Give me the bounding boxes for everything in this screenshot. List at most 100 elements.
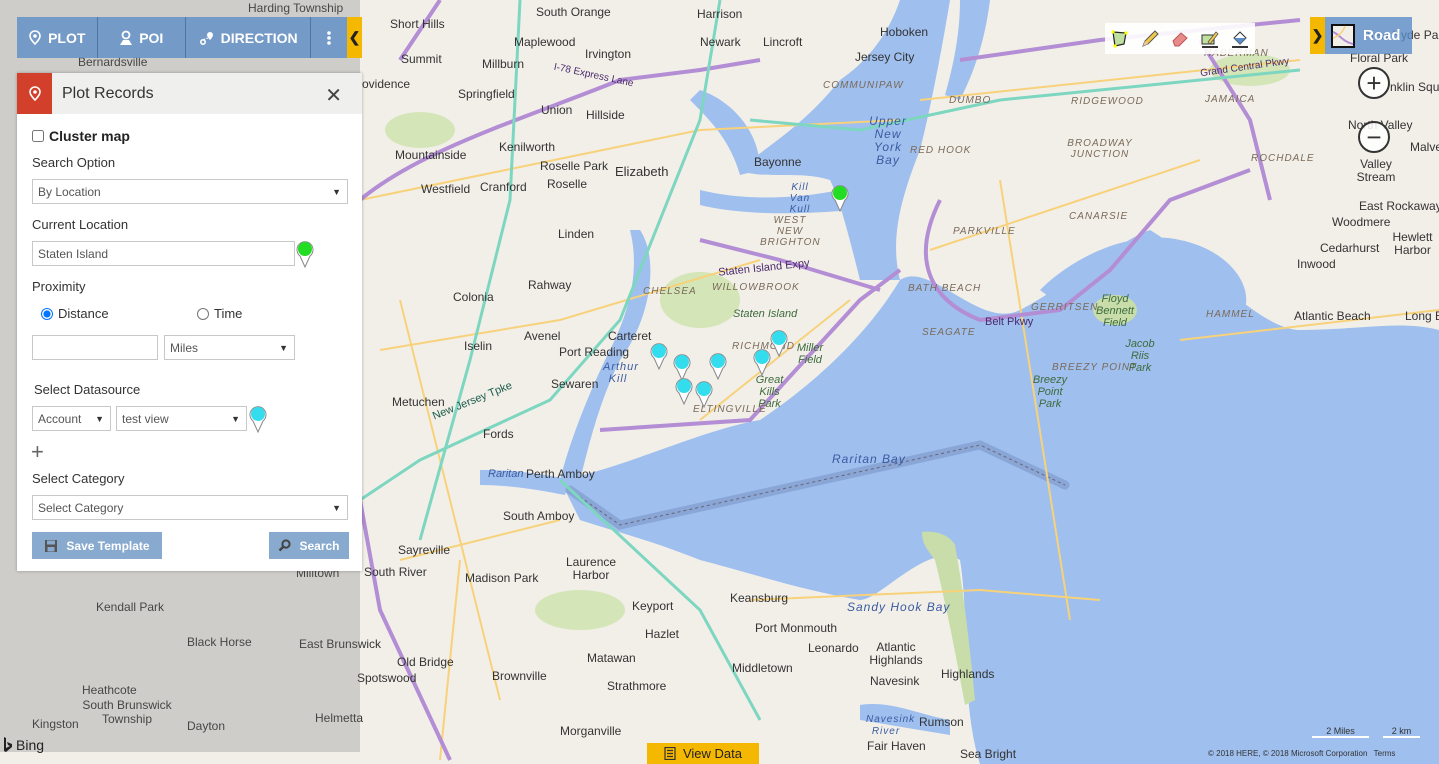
map-label: Rumson — [919, 715, 964, 729]
map-label: Kill Van Kull — [789, 182, 811, 215]
map-label: JAMAICA — [1205, 94, 1256, 105]
map-label: ovidence — [362, 77, 411, 91]
road-label: Road — [1363, 27, 1401, 44]
current-location-color-pin[interactable] — [295, 240, 315, 268]
map-label: Jacob Riis Park — [1125, 338, 1155, 374]
more-options-button[interactable] — [311, 17, 347, 58]
eraser-icon[interactable] — [1169, 28, 1191, 50]
dropdown-arrow-icon: ▼ — [95, 413, 104, 424]
close-icon[interactable]: ✕ — [325, 83, 342, 108]
road-style-button[interactable]: Road — [1325, 17, 1412, 54]
plot-button[interactable]: PLOT — [17, 17, 98, 58]
scale-km: 2 km — [1383, 726, 1420, 738]
map-label: Atlantic Beach — [1294, 309, 1371, 323]
map-label: Hazlet — [645, 627, 680, 641]
fill-color-icon[interactable] — [1229, 28, 1251, 50]
map-label: Jersey City — [855, 50, 915, 64]
panel-title: Plot Records — [62, 84, 154, 102]
record-pin[interactable] — [708, 352, 728, 380]
map-label: Valley Stream — [1356, 157, 1396, 184]
save-template-button[interactable]: Save Template — [32, 532, 162, 559]
map-label: Highlands — [941, 667, 995, 681]
map-label: Kenilworth — [499, 140, 556, 154]
current-location-pin[interactable] — [830, 184, 850, 212]
pencil-icon[interactable] — [1139, 28, 1161, 50]
record-pin[interactable] — [674, 377, 694, 405]
datasource-color-pin[interactable] — [248, 405, 268, 433]
chevron-right-icon: ❯ — [1310, 17, 1325, 54]
dropdown-arrow-icon: ▼ — [231, 413, 240, 424]
record-pin[interactable] — [694, 380, 714, 408]
map-style-toggle[interactable]: ❯ Road — [1310, 17, 1412, 54]
map-label: COMMUNIPAW — [823, 80, 904, 91]
map-label: South Amboy — [503, 509, 575, 523]
distance-radio[interactable] — [41, 307, 53, 320]
terms-link[interactable]: Terms — [1374, 749, 1396, 758]
map-label: Linden — [558, 227, 595, 241]
map-label: Lincroft — [763, 35, 803, 49]
search-option-select[interactable]: By Location ▼ — [32, 179, 348, 204]
map-label: BROADWAY JUNCTION — [1067, 138, 1133, 160]
park-area — [535, 590, 625, 630]
datasource-entity-select[interactable]: Account ▼ — [32, 406, 111, 431]
record-pin[interactable] — [649, 342, 669, 370]
copyright-label: © 2018 HERE, © 2018 Microsoft Corporatio… — [1208, 749, 1368, 758]
polygon-draw-icon[interactable] — [1109, 28, 1131, 50]
radio-time[interactable]: Time — [197, 306, 242, 321]
map-label: Staten Island — [733, 308, 798, 320]
map-label: South River — [364, 565, 427, 579]
map-label: Sea Bright — [960, 747, 1017, 761]
map-label: Matawan — [587, 651, 636, 665]
poi-button[interactable]: POI — [98, 17, 187, 58]
category-select[interactable]: Select Category ▼ — [32, 495, 348, 520]
distance-label: Distance — [58, 306, 109, 321]
map-label: East Rockaway — [1359, 199, 1439, 213]
direction-button[interactable]: DIRECTION — [186, 17, 312, 58]
map-label: Keyport — [632, 599, 674, 613]
current-location-input[interactable]: Staten Island — [32, 241, 295, 266]
cluster-map-option: Cluster map — [32, 128, 130, 144]
map-label: ROCHDALE — [1251, 153, 1315, 164]
unit-select[interactable]: Miles ▼ — [164, 335, 295, 360]
copyright-text: © 2018 HERE, © 2018 Microsoft Corporatio… — [1208, 749, 1395, 758]
toolbar-collapse-button[interactable]: ❮ — [347, 17, 362, 58]
map-label: Woodmere — [1332, 215, 1391, 229]
map-label: Navesink River — [866, 714, 916, 737]
map-label: HAMMEL — [1206, 309, 1255, 320]
chevron-left-icon: ❮ — [348, 29, 361, 45]
proximity-value-input[interactable] — [32, 335, 158, 360]
dropdown-arrow-icon: ▼ — [332, 502, 341, 513]
map-label: Mountainside — [395, 148, 467, 162]
plot-label: PLOT — [48, 29, 86, 46]
cluster-map-checkbox[interactable] — [32, 130, 44, 142]
map-label: Keansburg — [730, 591, 789, 605]
map-label: Sewaren — [551, 377, 599, 391]
radio-distance[interactable]: Distance — [41, 306, 109, 321]
map-label: Sayreville — [398, 543, 451, 557]
map-label: Roselle Park — [540, 159, 609, 173]
time-radio[interactable] — [197, 307, 209, 320]
map-label: Roselle — [547, 177, 588, 191]
map-label: SEAGATE — [922, 327, 976, 338]
record-pin[interactable] — [769, 329, 789, 357]
current-location-label: Current Location — [32, 217, 129, 232]
zoom-in-button[interactable]: + — [1358, 67, 1390, 99]
map-label: Brownville — [492, 669, 547, 683]
map-label: Hewlett Harbor — [1392, 230, 1433, 257]
map-label: Millburn — [482, 57, 525, 71]
datasource-view-select[interactable]: test view ▼ — [116, 406, 247, 431]
map-label: Malve — [1410, 140, 1439, 154]
park-area — [660, 272, 740, 328]
map-label: Metuchen — [392, 395, 445, 409]
map-label: Port Monmouth — [755, 621, 838, 635]
search-option-value: By Location — [38, 184, 101, 199]
search-button[interactable]: Search — [269, 532, 349, 559]
zoom-out-button[interactable]: − — [1358, 121, 1390, 153]
view-data-button[interactable]: View Data — [647, 743, 759, 764]
plus-icon[interactable]: + — [31, 441, 44, 463]
edit-shape-icon[interactable] — [1199, 28, 1221, 50]
bing-logo: Bing — [3, 737, 44, 753]
datasource-label: Select Datasource — [34, 382, 141, 397]
map-label: Westfield — [421, 182, 471, 196]
poi-person-icon — [120, 30, 133, 45]
